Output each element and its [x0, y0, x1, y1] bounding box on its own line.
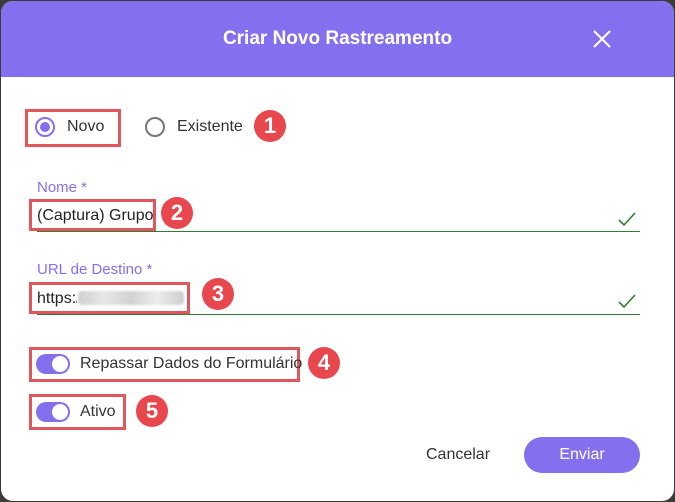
create-tracking-dialog: Criar Novo Rastreamento Novo Existente 1… [1, 1, 674, 501]
name-input[interactable] [37, 206, 597, 226]
annotation-badge-1: 1 [254, 110, 286, 142]
annotation-badge-3: 3 [202, 278, 234, 310]
blurred-url-text [78, 291, 184, 305]
cancel-button[interactable]: Cancelar [413, 437, 503, 473]
annotation-badge-2: 2 [161, 197, 193, 229]
name-field-underline [37, 231, 640, 232]
radio-novo-label: Novo [67, 118, 105, 135]
url-field-label: URL de Destino * [37, 261, 153, 278]
toggle-track [36, 402, 70, 422]
radio-existente[interactable]: Existente [145, 117, 243, 137]
close-icon[interactable] [590, 27, 614, 51]
toggle-pass-form-data[interactable]: Repassar Dados do Formulário [36, 354, 302, 374]
toggle-thumb [52, 404, 68, 420]
toggle-thumb [52, 356, 68, 372]
url-input[interactable] [37, 289, 77, 309]
toggle-pass-form-label: Repassar Dados do Formulário [80, 355, 303, 372]
radio-existente-label: Existente [177, 118, 243, 135]
name-field-label: Nome * [37, 179, 88, 196]
toggle-track [36, 354, 70, 374]
toggle-active-label: Ativo [80, 403, 116, 420]
annotation-badge-5: 5 [136, 395, 168, 427]
submit-button[interactable]: Enviar [524, 437, 640, 473]
dialog-title: Criar Novo Rastreamento [222, 28, 453, 49]
url-field-underline [37, 314, 640, 315]
toggle-active[interactable]: Ativo [36, 402, 116, 422]
annotation-badge-4: 4 [308, 347, 340, 379]
name-valid-check-icon [618, 212, 636, 227]
radio-unchecked-icon [145, 117, 165, 137]
url-valid-check-icon [618, 294, 636, 309]
radio-novo[interactable]: Novo [35, 117, 104, 137]
radio-checked-icon [35, 117, 55, 137]
